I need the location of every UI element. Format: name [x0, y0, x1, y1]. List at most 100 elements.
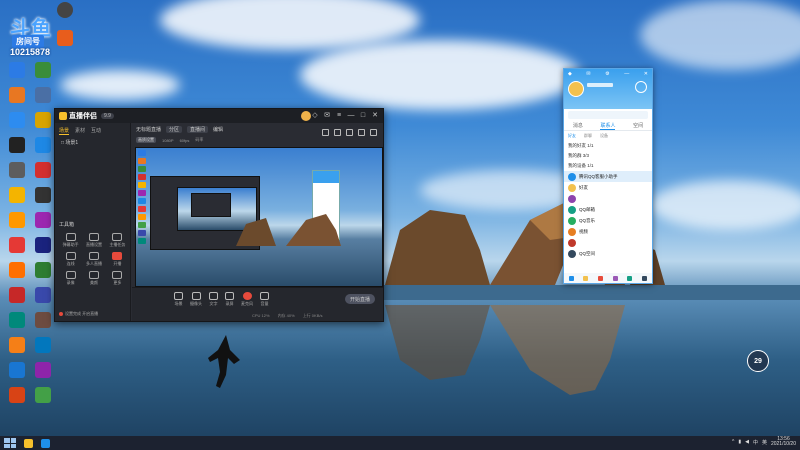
desktop-icon[interactable] — [4, 87, 30, 113]
tab-scene[interactable]: 场景 — [59, 127, 70, 135]
qq-contact-item[interactable]: QQ邮箱 — [564, 204, 652, 215]
qq-tab-space[interactable]: 空间 — [633, 122, 643, 129]
qq-skin-icon[interactable]: ◆ — [568, 71, 572, 77]
tray-ime[interactable]: 中 — [753, 439, 758, 446]
qq-more-icon[interactable] — [642, 275, 648, 281]
tray-network-icon[interactable]: ▮ — [738, 439, 741, 445]
desktop-icon[interactable] — [4, 312, 30, 338]
desktop-icon[interactable] — [4, 237, 30, 263]
desktop-icon[interactable] — [30, 137, 56, 163]
desktop-icon[interactable] — [4, 262, 30, 288]
desktop-icon[interactable] — [30, 162, 56, 188]
qq-menu-icon[interactable] — [568, 275, 574, 281]
tab-material[interactable]: 素材 — [75, 127, 85, 135]
qq-contact-item[interactable]: 好友 — [564, 182, 652, 193]
desktop-icon[interactable] — [30, 362, 56, 388]
source-tool[interactable]: 麦克风 — [241, 292, 253, 307]
toolbox-item[interactable]: 录像 — [59, 271, 82, 286]
qq-group-header[interactable]: 我的好友 1/1 — [564, 141, 652, 151]
qq-tab-contacts[interactable]: 联系人 — [600, 122, 616, 130]
desktop-icon[interactable] — [4, 187, 30, 213]
desktop-icon[interactable] — [4, 337, 30, 363]
settings-icon[interactable] — [358, 129, 365, 136]
desktop-icon[interactable] — [4, 162, 30, 188]
screenshot-icon[interactable] — [346, 129, 353, 136]
speed-widget[interactable]: 29 — [747, 350, 769, 372]
start-live-button[interactable]: 开始直播 — [345, 294, 375, 304]
toolbox-item[interactable]: 多人直播 — [82, 252, 105, 267]
source-tool[interactable]: 摄像头 — [190, 292, 202, 307]
shirt-icon[interactable]: ◇ — [311, 111, 319, 119]
qq-contact-item[interactable]: 腾讯QQ客服小助手 — [564, 171, 652, 182]
qq-game-icon[interactable] — [583, 275, 589, 281]
mail-icon[interactable]: ✉ — [323, 111, 331, 119]
desktop-icon[interactable] — [30, 212, 56, 238]
tray-lang[interactable]: 英 — [762, 439, 767, 446]
menu-icon[interactable]: ≡ — [335, 111, 343, 119]
qq-contact-item[interactable] — [564, 193, 652, 204]
desktop-icon[interactable] — [4, 62, 30, 88]
desktop-icon[interactable] — [30, 337, 56, 363]
desktop-icon[interactable] — [30, 387, 56, 413]
desktop-icon[interactable] — [30, 112, 56, 138]
qq-group-header[interactable]: 我的设备 1/1 — [564, 161, 652, 171]
qq-subtab-friends[interactable]: 好友 — [568, 133, 576, 139]
qq-user-avatar[interactable] — [568, 81, 584, 97]
toolbox-item[interactable]: 美颜 — [82, 271, 105, 286]
scene-item[interactable]: □ 场景1 — [55, 137, 130, 148]
desktop-icon[interactable] — [4, 112, 30, 138]
taskbar-app-streamer[interactable] — [24, 438, 33, 448]
desktop-icon[interactable] — [4, 137, 30, 163]
share-icon[interactable] — [370, 129, 377, 136]
qq-mail-icon[interactable]: ✉ — [586, 71, 590, 77]
qq-close-icon[interactable]: ✕ — [644, 71, 648, 77]
app-title-bar[interactable]: 直播伴侣 9.9 ◇ ✉ ≡ — □ ✕ — [55, 109, 383, 123]
tray-expand[interactable]: ^ — [732, 439, 734, 445]
desktop-icon[interactable] — [30, 87, 56, 113]
desktop-icon[interactable] — [4, 362, 30, 388]
lock-icon[interactable] — [334, 129, 341, 136]
category-pill[interactable]: 分区 — [166, 125, 183, 133]
desktop-icon[interactable] — [4, 387, 30, 413]
toolbox-item[interactable]: 弹幕助手 — [59, 233, 82, 248]
source-tool[interactable]: 录屏 — [225, 292, 234, 307]
qq-settings-icon[interactable]: ⚙ — [605, 71, 609, 77]
stream-title[interactable]: 无标题直播 — [136, 126, 161, 133]
qq-app-icon[interactable] — [612, 275, 618, 281]
desktop-icon[interactable] — [30, 262, 56, 288]
desktop-icon[interactable] — [30, 187, 56, 213]
quality-setting[interactable]: 画质设置 — [136, 137, 156, 143]
edit-link[interactable]: 编辑 — [213, 126, 223, 133]
weather-icon[interactable] — [635, 81, 647, 93]
stream-preview[interactable] — [135, 147, 383, 287]
qq-music-icon[interactable] — [598, 275, 604, 281]
desktop-icon[interactable] — [4, 212, 30, 238]
taskbar-app-qq[interactable] — [41, 438, 50, 448]
qq-contact-item[interactable] — [564, 237, 652, 248]
qq-minimize-icon[interactable]: — — [624, 71, 629, 77]
desktop-icon[interactable] — [4, 287, 30, 313]
maximize-icon[interactable]: □ — [359, 111, 367, 119]
toolbox-item[interactable]: 连线 — [59, 252, 82, 267]
qq-tab-messages[interactable]: 消息 — [573, 122, 583, 129]
minimize-icon[interactable]: — — [347, 111, 355, 119]
start-button[interactable] — [4, 438, 16, 448]
qq-contact-item[interactable]: QQ空间 — [564, 248, 652, 259]
qq-subtab-groups[interactable]: 群聊 — [584, 133, 592, 139]
room-pill[interactable]: 直播间 — [187, 125, 209, 133]
tab-interact[interactable]: 互动 — [91, 127, 101, 135]
desktop-icon[interactable] — [30, 312, 56, 338]
desktop-icon[interactable] — [30, 62, 56, 88]
desktop-icon[interactable] — [30, 287, 56, 313]
qq-group-header[interactable]: 我的群 3/3 — [564, 151, 652, 161]
source-tool[interactable]: 场景 — [174, 292, 183, 307]
toolbox-item[interactable]: 主播任务 — [106, 233, 129, 248]
qq-subtab-devices[interactable]: 设备 — [600, 133, 608, 139]
close-icon[interactable]: ✕ — [371, 111, 379, 119]
qq-file-icon[interactable] — [627, 275, 633, 281]
toolbox-item[interactable]: 开播 — [106, 252, 129, 267]
source-tool[interactable]: 文字 — [209, 292, 218, 307]
source-tool[interactable]: 音量 — [260, 292, 269, 307]
tray-volume-icon[interactable]: ◀ — [745, 439, 749, 445]
desktop-icon[interactable] — [30, 237, 56, 263]
